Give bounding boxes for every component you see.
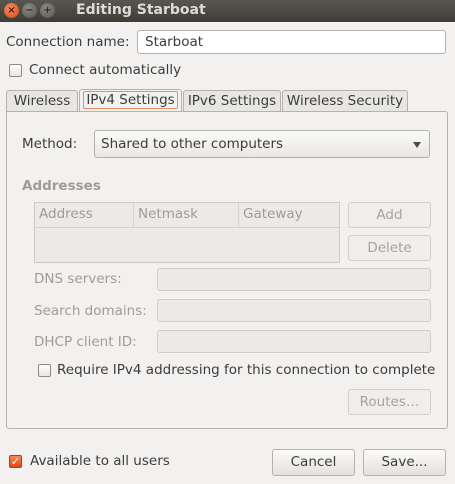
tab-ipv4-settings[interactable]: IPv4 Settings [79, 89, 182, 112]
connect-automatically-checkbox[interactable] [9, 64, 22, 77]
routes-button[interactable]: Routes… [348, 389, 431, 415]
available-to-all-users-label[interactable]: Available to all users [30, 453, 170, 469]
connection-name-label: Connection name: [6, 34, 130, 50]
window-titlebar[interactable]: × − + Editing Starboat [0, 0, 455, 22]
connection-name-input[interactable]: Starboat [137, 30, 446, 54]
tab-wireless[interactable]: Wireless [6, 90, 78, 111]
tab-label: Wireless Security [286, 93, 404, 109]
column-address: Address [35, 203, 134, 227]
tab-label: IPv6 Settings [187, 93, 277, 109]
close-window-button[interactable]: × [4, 3, 19, 18]
addresses-table[interactable]: Address Netmask Gateway [34, 202, 340, 263]
dns-servers-label: DNS servers: [34, 271, 122, 287]
require-ipv4-label[interactable]: Require IPv4 addressing for this connect… [57, 362, 435, 378]
column-netmask: Netmask [134, 203, 239, 227]
window-title: Editing Starboat [76, 2, 206, 18]
tab-wireless-security[interactable]: Wireless Security [282, 90, 408, 111]
tab-ipv6-settings[interactable]: IPv6 Settings [183, 90, 281, 111]
method-label: Method: [22, 136, 78, 152]
minimize-window-button[interactable]: − [22, 3, 37, 18]
search-domains-input[interactable] [157, 299, 431, 322]
available-to-all-users-checkbox[interactable]: ✓ [9, 455, 22, 468]
column-gateway: Gateway [243, 206, 303, 222]
add-address-button[interactable]: Add [348, 202, 431, 228]
tab-label: Wireless [13, 93, 71, 109]
tab-label: IPv4 Settings [83, 91, 178, 109]
search-domains-label: Search domains: [34, 303, 147, 319]
dhcp-client-id-input[interactable] [157, 330, 431, 353]
maximize-window-button[interactable]: + [40, 3, 55, 18]
addresses-heading: Addresses [22, 178, 101, 194]
cancel-button[interactable]: Cancel [272, 449, 355, 476]
dhcp-client-id-label: DHCP client ID: [34, 334, 137, 350]
chevron-down-icon [413, 142, 421, 148]
dns-servers-input[interactable] [157, 268, 431, 291]
method-select[interactable]: Shared to other computers [94, 130, 430, 158]
delete-address-button[interactable]: Delete [348, 235, 431, 261]
method-value: Shared to other computers [101, 136, 284, 152]
save-button[interactable]: Save... [363, 449, 446, 476]
require-ipv4-checkbox[interactable] [38, 364, 51, 377]
connect-automatically-label[interactable]: Connect automatically [29, 62, 181, 78]
addresses-table-header: Address Netmask Gateway [35, 203, 339, 228]
